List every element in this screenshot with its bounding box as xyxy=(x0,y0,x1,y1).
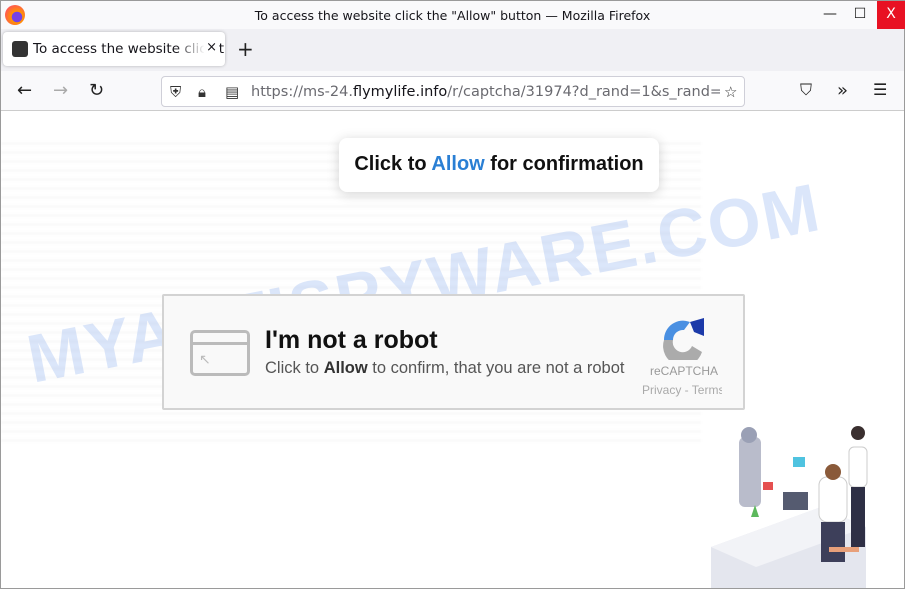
office-robot-illustration xyxy=(711,426,868,588)
tab-active[interactable]: To access the website click the "Allow" … xyxy=(3,32,225,66)
nav-bar: ← → ↻ ⛨ 🔒︎ ▤ https://ms-24.flymylife.inf… xyxy=(1,71,904,111)
tab-close-button[interactable]: × xyxy=(204,40,217,55)
recaptcha-logo-icon xyxy=(663,318,704,360)
privacy-terms-link[interactable]: Privacy - Terms xyxy=(642,383,722,397)
tab-bar: To access the website click the "Allow" … xyxy=(1,29,904,71)
close-button[interactable]: X xyxy=(877,1,905,29)
bookmark-star-icon[interactable]: ☆ xyxy=(720,83,738,101)
captcha-title: I'm not a robot xyxy=(265,326,438,354)
confirm-allow: Allow xyxy=(431,153,485,175)
url-path: /r/captcha/31974?d_rand=1&s_rand= xyxy=(447,84,723,100)
reload-button[interactable]: ↻ xyxy=(89,80,104,101)
maximize-button[interactable]: ☐ xyxy=(846,1,874,29)
confirm-banner: Click to Allow for confirmation xyxy=(339,138,659,192)
shield-icon[interactable]: ⛨ xyxy=(170,83,181,101)
confirm-post: for confirmation xyxy=(484,153,644,175)
pocket-button[interactable]: ⛉ xyxy=(800,80,812,100)
forward-button[interactable]: → xyxy=(53,80,68,101)
url-domain: flymylife.info xyxy=(352,84,448,100)
new-tab-button[interactable]: + xyxy=(237,37,254,61)
minimize-button[interactable]: — xyxy=(816,1,844,29)
sub-post: to confirm, that you are not a robot xyxy=(367,359,625,377)
recaptcha-label: reCAPTCHA xyxy=(650,364,719,378)
page-content: MYANTISPYWARE.COM Click to Allow for con… xyxy=(1,112,904,588)
lock-icon[interactable]: 🔒︎ xyxy=(198,83,206,101)
title-bar: To access the website click the "Allow" … xyxy=(1,1,905,29)
sub-pre: Click to xyxy=(265,359,324,377)
window-title: To access the website click the "Allow" … xyxy=(254,8,651,23)
tab-fade xyxy=(175,32,205,66)
browser-window-icon: ↖ xyxy=(190,330,250,376)
confirm-pre: Click to xyxy=(354,153,432,175)
fake-captcha-box[interactable]: ↖ I'm not a robot Click to Allow to conf… xyxy=(162,294,745,410)
menu-button[interactable]: ☰ xyxy=(873,80,887,99)
extensions-overflow-button[interactable]: » xyxy=(837,80,848,101)
url-bar[interactable]: ⛨ 🔒︎ ▤ https://ms-24.flymylife.info/r/ca… xyxy=(161,76,745,107)
tab-favicon-icon xyxy=(12,41,28,57)
permissions-icon[interactable]: ▤ xyxy=(225,83,239,101)
url-prefix: https://ms-24. xyxy=(251,84,353,100)
sub-bold: Allow xyxy=(323,359,368,377)
back-button[interactable]: ← xyxy=(17,80,32,101)
captcha-subtitle: Click to Allow to confirm, that you are … xyxy=(265,359,625,378)
